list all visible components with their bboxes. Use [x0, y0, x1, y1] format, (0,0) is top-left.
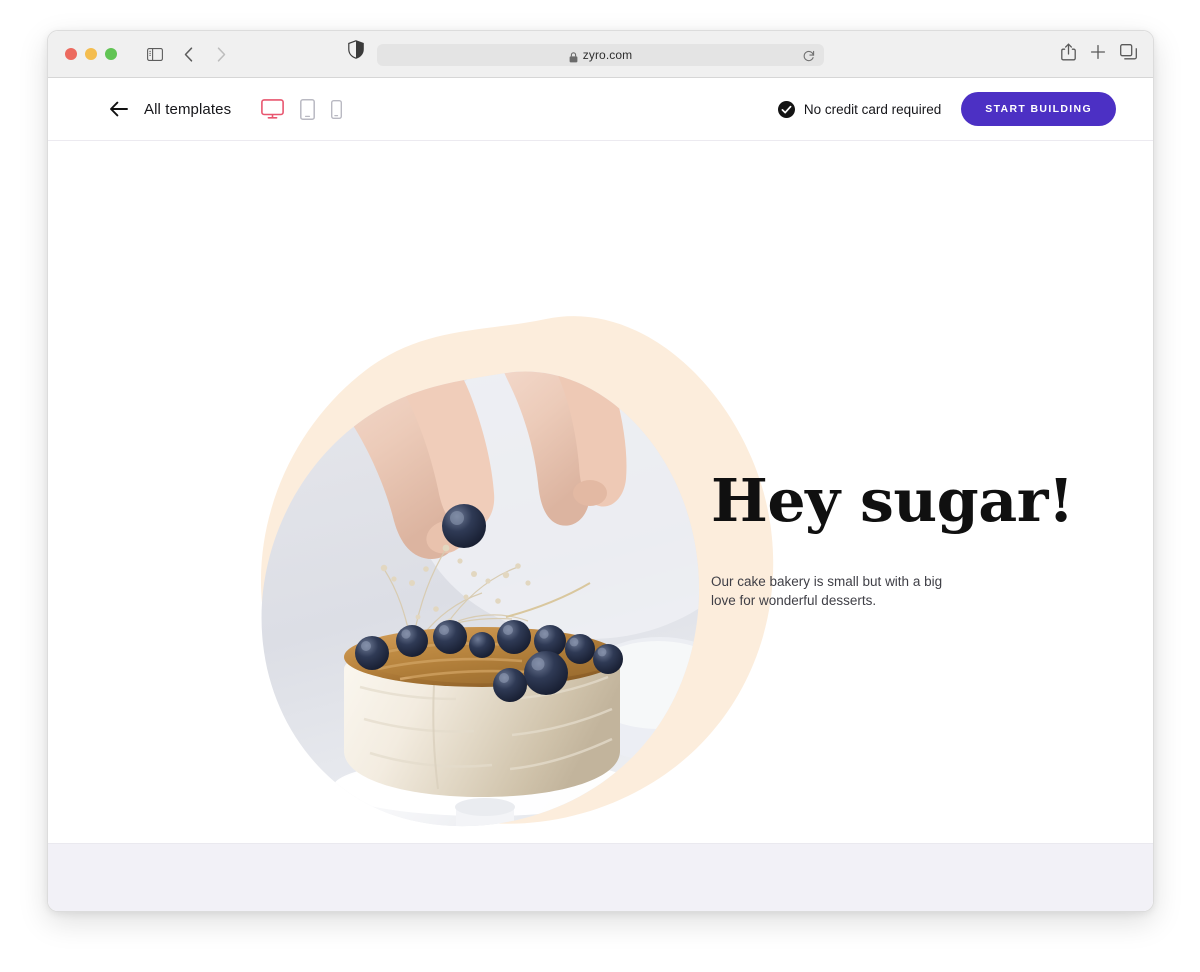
sidebar-icon[interactable]: [141, 41, 169, 67]
hero-subtitle: Our cake bakery is small but with a big …: [711, 574, 943, 608]
device-switcher: [261, 98, 343, 120]
check-circle-icon: [777, 100, 795, 118]
site-viewport: All templates No credit card required ST…: [48, 78, 1153, 911]
hero-image: [261, 371, 700, 827]
template-preview-header: All templates No credit card required ST…: [48, 78, 1153, 141]
start-building-button[interactable]: START BUILDING: [961, 92, 1116, 126]
site-footer: [48, 843, 1153, 911]
hero-section: Hey sugar! Our cake bakery is small but …: [48, 141, 1153, 843]
maximize-window-button[interactable]: [105, 48, 117, 60]
hero-text-block: Hey sugar! Our cake bakery is small but …: [711, 471, 1074, 610]
device-mobile-icon[interactable]: [331, 99, 343, 119]
plus-icon[interactable]: [1090, 44, 1106, 65]
no-credit-card-label: No credit card required: [803, 101, 942, 117]
address-bar[interactable]: zyro.com: [377, 44, 824, 66]
lock-icon: [569, 50, 578, 62]
header-right-group: No credit card required START BUILDING: [777, 92, 1116, 126]
no-credit-card-notice: No credit card required: [777, 100, 942, 118]
minimize-window-button[interactable]: [85, 48, 97, 60]
traffic-light-buttons: [65, 48, 117, 60]
held-blueberry: [442, 504, 486, 548]
hero-title: Hey sugar!: [711, 466, 1074, 535]
address-bar-url: zyro.com: [582, 48, 633, 62]
close-window-button[interactable]: [65, 48, 77, 60]
browser-window: zyro.com All templates No credit card re…: [47, 30, 1154, 912]
back-chevron-icon[interactable]: [174, 41, 202, 67]
all-templates-label[interactable]: All templates: [144, 101, 231, 118]
tabs-icon[interactable]: [1120, 44, 1137, 65]
share-icon[interactable]: [1061, 43, 1076, 66]
back-arrow-icon[interactable]: [108, 98, 130, 120]
browser-nav-icons: [141, 41, 235, 67]
device-tablet-icon[interactable]: [300, 98, 316, 120]
browser-titlebar: zyro.com: [48, 31, 1153, 78]
reload-icon[interactable]: [803, 49, 815, 62]
forward-chevron-icon[interactable]: [207, 41, 235, 67]
device-desktop-icon[interactable]: [261, 99, 285, 119]
privacy-shield-icon[interactable]: [348, 40, 368, 60]
browser-toolbar-right: [1061, 31, 1137, 78]
